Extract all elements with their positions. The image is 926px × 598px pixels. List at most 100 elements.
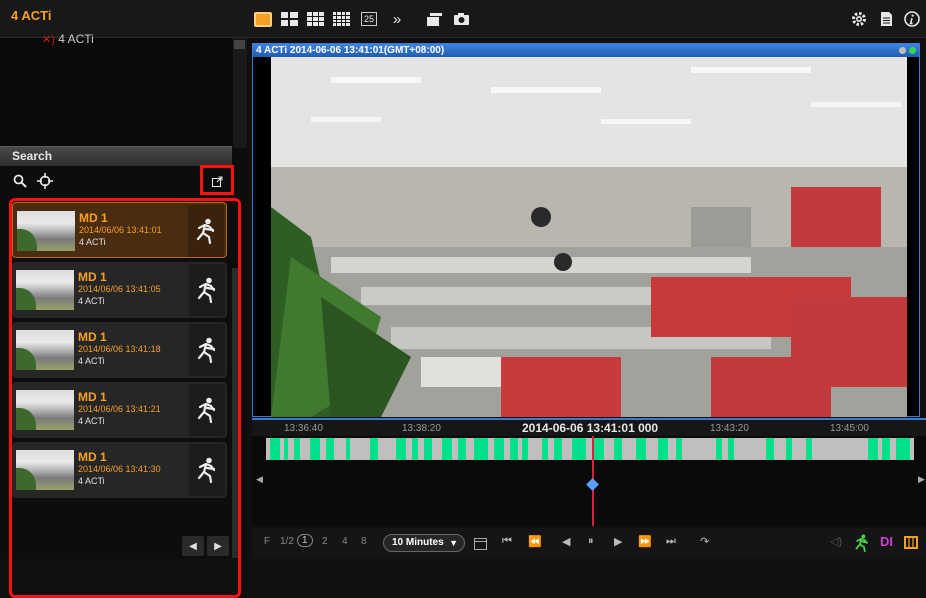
settings-button[interactable] xyxy=(850,9,868,29)
recording-segment xyxy=(346,438,350,460)
info-icon xyxy=(904,11,920,27)
caret-right-icon: ▶ xyxy=(214,540,222,552)
crosshair-icon[interactable] xyxy=(37,173,53,189)
tree-scroll-up-button[interactable] xyxy=(234,40,245,49)
recording-segment xyxy=(716,438,722,460)
prev-page-button[interactable]: ◀ xyxy=(182,536,204,556)
recording-segment xyxy=(294,438,300,460)
search-result[interactable]: MD 1 2014/06/06 13:41:05 4 ACTi xyxy=(12,262,227,318)
recording-segment xyxy=(284,438,288,460)
tree-scrollbar[interactable] xyxy=(233,38,247,148)
motion-event-button[interactable] xyxy=(189,324,225,376)
timeline-track[interactable]: ◀ ▶ xyxy=(252,436,926,526)
sequence-button[interactable] xyxy=(424,9,444,29)
result-thumbnail xyxy=(16,270,74,310)
video-viewer[interactable]: 4 ACTi 2014-06-06 13:41:01(GMT+08:00) xyxy=(252,43,920,417)
step-back-icon[interactable]: ◀ xyxy=(562,535,570,548)
calendar-icon[interactable] xyxy=(474,537,487,550)
speed-option[interactable]: 1/2 xyxy=(280,536,294,547)
speed-option[interactable]: 2 xyxy=(322,536,328,547)
result-time: 2014/06/06 13:41:05 xyxy=(78,284,161,294)
search-result[interactable]: MD 1 2014/06/06 13:41:21 4 ACTi xyxy=(12,382,227,438)
result-time: 2014/06/06 13:41:21 xyxy=(78,404,161,414)
live-dot-icon xyxy=(909,47,916,54)
document-button[interactable] xyxy=(878,9,894,29)
timeline-tick: 13:38:20 xyxy=(402,423,441,434)
recording-segment xyxy=(572,438,586,460)
running-person-icon xyxy=(197,457,216,483)
search-title: Search xyxy=(12,149,53,163)
next-page-button[interactable]: ▶ xyxy=(207,536,229,556)
grid-3x3-icon xyxy=(306,12,324,26)
time-range-select[interactable]: 10 Minutes ▼ xyxy=(383,534,465,552)
top-toolbar: 4 ACTi 25 » xyxy=(0,0,926,38)
rewind-icon[interactable]: ⏪ xyxy=(528,535,542,548)
frame-mode-label[interactable]: F xyxy=(264,536,270,547)
layout-3x3-button[interactable] xyxy=(305,9,325,29)
pause-icon[interactable]: ⏸ xyxy=(588,535,594,548)
info-button[interactable] xyxy=(904,9,920,29)
fast-forward-icon[interactable]: ⏩ xyxy=(638,535,652,548)
video-loss-icon[interactable] xyxy=(904,536,918,549)
jump-icon[interactable]: ↷ xyxy=(700,535,709,548)
timeline-left-arrow-icon[interactable]: ◀ xyxy=(256,474,263,485)
search-result[interactable]: MD 1 2014/06/06 13:41:01 4 ACTi xyxy=(12,202,227,258)
result-title: MD 1 xyxy=(78,390,107,404)
result-source: 4 ACTi xyxy=(78,356,105,366)
running-person-icon xyxy=(197,277,216,303)
layout-4x4-button[interactable] xyxy=(331,9,351,29)
speed-option[interactable]: 4 xyxy=(342,536,348,547)
recording-segment xyxy=(636,438,646,460)
layout-1x1-button[interactable] xyxy=(252,9,274,29)
result-thumbnail xyxy=(16,390,74,430)
timeline-ruler[interactable]: 13:36:40 13:38:20 2014-06-06 13:41:01 00… xyxy=(252,418,926,436)
motion-event-button[interactable] xyxy=(189,444,225,496)
results-scrollbar[interactable] xyxy=(232,268,238,558)
motion-event-button[interactable] xyxy=(189,384,225,436)
tree-item-label: 4 ACTi xyxy=(58,32,94,46)
result-time: 2014/06/06 13:41:30 xyxy=(78,464,161,474)
recording-segment xyxy=(458,438,466,460)
double-chevron-icon: » xyxy=(392,10,402,28)
layout-2x2-button[interactable] xyxy=(279,9,299,29)
play-icon[interactable]: ▶ xyxy=(614,535,622,548)
speed-option-selected[interactable]: 1 xyxy=(297,534,313,547)
search-result[interactable]: MD 1 2014/06/06 13:41:30 4 ACTi xyxy=(12,442,227,498)
recording-segment xyxy=(882,438,890,460)
viewer-title-bar: 4 ACTi 2014-06-06 13:41:01(GMT+08:00) xyxy=(253,44,919,57)
speed-option[interactable]: 8 xyxy=(361,536,367,547)
motion-filter-icon[interactable] xyxy=(854,534,870,552)
recording-segment xyxy=(658,438,668,460)
search-tools xyxy=(0,166,232,196)
grid-2x2-icon xyxy=(280,12,298,26)
skip-to-start-icon[interactable]: ⏮ xyxy=(502,535,512,548)
playhead-marker[interactable] xyxy=(586,478,599,491)
snapshot-button[interactable] xyxy=(451,9,471,29)
result-time: 2014/06/06 13:41:18 xyxy=(78,344,161,354)
timeline-tick: 13:36:40 xyxy=(284,423,323,434)
timeline-right-arrow-icon[interactable]: ▶ xyxy=(918,474,925,485)
skip-to-end-icon[interactable]: ⏭ xyxy=(666,535,676,548)
recording-segment xyxy=(786,438,792,460)
result-title: MD 1 xyxy=(78,330,107,344)
more-layouts-button[interactable]: » xyxy=(390,9,404,29)
motion-event-button[interactable] xyxy=(189,264,225,316)
recording-segment xyxy=(614,438,622,460)
search-result[interactable]: MD 1 2014/06/06 13:41:18 4 ACTi xyxy=(12,322,227,378)
layout-25-icon: 25 xyxy=(360,12,377,26)
search-icon[interactable] xyxy=(13,174,27,188)
layout-25-button[interactable]: 25 xyxy=(360,9,378,29)
motion-event-button[interactable] xyxy=(188,205,224,257)
caret-left-icon: ◀ xyxy=(189,540,197,552)
device-tree: ✕) 4 ACTi xyxy=(0,32,232,148)
recording-segment xyxy=(326,438,334,460)
recording-segment xyxy=(474,438,488,460)
recording-segment xyxy=(442,438,452,460)
tree-item-device[interactable]: ✕) 4 ACTi xyxy=(42,32,94,46)
result-title: MD 1 xyxy=(78,450,107,464)
recording-segments xyxy=(270,438,910,460)
digital-input-label[interactable]: DI xyxy=(880,534,893,549)
recording-segment xyxy=(494,438,504,460)
audio-icon[interactable]: ◁) xyxy=(830,535,842,548)
playback-controls: F 1/2 1 2 4 8 10 Minutes ▼ ⏮ ⏪ ◀ ⏸ ▶ ⏩ ⏭… xyxy=(252,528,926,559)
